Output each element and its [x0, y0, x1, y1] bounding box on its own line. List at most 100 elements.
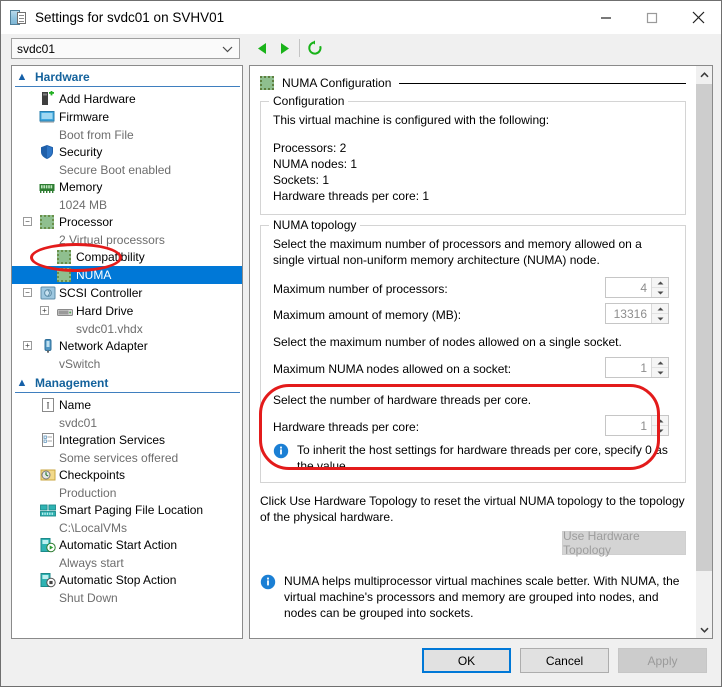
max-memory-row: Maximum amount of memory (MB): 13316	[273, 302, 675, 328]
sidebar-item-label: Checkpoints	[59, 468, 126, 482]
page-title: NUMA Configuration	[260, 74, 686, 92]
title-rule	[399, 82, 686, 84]
max-processors-row: Maximum number of processors: 4	[273, 276, 675, 302]
close-icon[interactable]	[675, 1, 721, 34]
sidebar-item-subtext: Secure Boot enabled	[59, 162, 172, 177]
sidebar-item-label: Compatibility	[76, 250, 145, 264]
stepper-down-icon[interactable]	[652, 368, 668, 377]
settings-detail-panel: NUMA Configuration Configuration This vi…	[249, 65, 713, 639]
stepper-up-icon[interactable]	[652, 304, 668, 314]
sidebar-item-integration-services[interactable]: Integration Services	[12, 431, 242, 449]
sidebar-item-smart-paging-file-location[interactable]: Smart Paging File Location	[12, 501, 242, 519]
expander-collapse-scsi[interactable]: −	[23, 288, 32, 297]
numa-configuration-page: NUMA Configuration Configuration This vi…	[250, 66, 696, 638]
window-title: Settings for svdc01 on SVHV01	[35, 10, 225, 25]
firmware-icon	[39, 109, 55, 125]
auto-start-icon	[40, 537, 56, 553]
stepper-up-icon[interactable]	[652, 358, 668, 368]
sidebar-item-firmware[interactable]: Firmware	[12, 108, 242, 126]
section-header-management[interactable]: ▲ Management	[15, 374, 240, 393]
sidebar-subtext-hard-drive: svdc01.vhdx	[12, 320, 242, 337]
nav-back-icon[interactable]	[255, 41, 270, 56]
stepper-down-icon[interactable]	[652, 426, 668, 435]
sidebar-item-numa[interactable]: NUMA	[12, 266, 242, 284]
processor-icon	[57, 250, 73, 266]
sidebar-item-name[interactable]: I Name	[12, 396, 242, 414]
cancel-button[interactable]: Cancel	[520, 648, 609, 673]
stepper-down-icon[interactable]	[652, 288, 668, 297]
max-memory-label: Maximum amount of memory (MB):	[273, 308, 462, 322]
max-numa-nodes-stepper[interactable]: 1	[605, 357, 669, 378]
configuration-threads-per-core: Hardware threads per core: 1	[273, 189, 430, 203]
max-processors-stepper[interactable]: 4	[605, 277, 669, 298]
stepper-up-icon[interactable]	[652, 416, 668, 426]
hardware-threads-info-text: To inherit the host settings for hardwar…	[297, 443, 668, 473]
numa-help-block: NUMA helps multiprocessor virtual machin…	[260, 573, 686, 638]
configuration-numa-nodes: NUMA nodes: 1	[273, 157, 358, 171]
hardware-threads-stepper[interactable]: 1	[605, 415, 669, 436]
sidebar-subtext-automatic-start: Always start	[12, 554, 242, 571]
use-hardware-topology-button[interactable]: Use Hardware Topology	[562, 529, 686, 557]
sidebar-item-add-hardware[interactable]: Add Hardware	[12, 90, 242, 108]
sidebar-subtext-name: svdc01	[12, 414, 242, 431]
reset-topology-row: Use Hardware Topology	[260, 529, 686, 565]
configuration-group: Configuration This virtual machine is co…	[260, 94, 686, 215]
group-legend: Configuration	[269, 94, 349, 108]
sidebar-item-hard-drive[interactable]: + Hard Drive	[12, 302, 242, 320]
chevron-up-icon: ▲	[16, 70, 28, 83]
numa-help-paragraph-1: NUMA helps multiprocessor virtual machin…	[284, 574, 680, 620]
max-numa-nodes-label: Maximum NUMA nodes allowed on a socket:	[273, 362, 512, 376]
sidebar-item-automatic-stop-action[interactable]: Automatic Stop Action	[12, 571, 242, 589]
sidebar-item-checkpoints[interactable]: Checkpoints	[12, 466, 242, 484]
max-numa-nodes-value: 1	[640, 360, 647, 375]
maximize-icon[interactable]	[629, 1, 675, 34]
refresh-icon[interactable]	[307, 40, 322, 55]
expander-collapse-processor[interactable]: −	[23, 217, 32, 226]
sidebar-item-label: Automatic Stop Action	[59, 573, 177, 587]
sidebar-item-scsi-controller[interactable]: − SCSI Controller	[12, 284, 242, 302]
stepper-down-icon[interactable]	[652, 314, 668, 323]
stepper-up-icon[interactable]	[652, 278, 668, 288]
nav-forward-icon[interactable]	[277, 41, 292, 56]
sidebar-item-label: Network Adapter	[59, 339, 148, 353]
max-numa-nodes-row: Maximum NUMA nodes allowed on a socket: …	[273, 356, 675, 382]
ok-button[interactable]: OK	[422, 648, 511, 673]
hardware-threads-value: 1	[640, 418, 647, 433]
scroll-down-icon[interactable]	[696, 621, 712, 638]
sidebar-item-subtext: Boot from File	[59, 127, 134, 142]
sidebar-subtext-automatic-stop: Shut Down	[12, 589, 242, 606]
sidebar-item-subtext: Always start	[59, 555, 124, 570]
sidebar-item-security[interactable]: Security	[12, 143, 242, 161]
sidebar-subtext-checkpoints: Production	[12, 484, 242, 501]
scrollbar-thumb[interactable]	[696, 84, 712, 571]
expander-expand-network[interactable]: +	[23, 341, 32, 350]
sidebar-item-memory[interactable]: Memory	[12, 178, 242, 196]
sidebar-item-compatibility[interactable]: Compatibility	[12, 248, 242, 266]
vm-selector-combobox[interactable]: svdc01	[11, 38, 240, 59]
sidebar-item-subtext: svdc01.vhdx	[76, 321, 143, 336]
sidebar-item-automatic-start-action[interactable]: Automatic Start Action	[12, 536, 242, 554]
expander-expand-hard-drive[interactable]: +	[40, 306, 49, 315]
apply-button[interactable]: Apply	[618, 648, 707, 673]
settings-tree[interactable]: ▲ Hardware Add Hardware Firmware Boot fr…	[11, 65, 243, 639]
security-shield-icon	[39, 144, 55, 160]
configuration-processors: Processors: 2	[273, 141, 347, 155]
integration-services-icon	[40, 432, 56, 448]
sidebar-subtext-processor: 2 Virtual processors	[12, 231, 242, 248]
sidebar-item-processor[interactable]: − Processor	[12, 213, 242, 231]
sidebar-item-network-adapter[interactable]: + Network Adapter	[12, 337, 242, 355]
max-memory-value: 13316	[613, 306, 647, 321]
toolbar-separator	[299, 39, 300, 57]
sidebar-item-subtext: Shut Down	[59, 590, 118, 605]
processor-icon	[40, 215, 56, 231]
panel-scrollbar[interactable]	[695, 66, 712, 638]
configuration-intro: This virtual machine is configured with …	[273, 113, 550, 127]
scroll-up-icon[interactable]	[696, 66, 712, 83]
max-memory-stepper[interactable]: 13316	[605, 303, 669, 324]
sidebar-subtext-security: Secure Boot enabled	[12, 161, 242, 178]
processor-icon	[57, 268, 73, 284]
sidebar-item-label: Processor	[59, 215, 114, 229]
vm-selector-value: svdc01	[17, 41, 56, 56]
minimize-icon[interactable]	[583, 1, 629, 34]
section-header-hardware[interactable]: ▲ Hardware	[15, 68, 240, 87]
